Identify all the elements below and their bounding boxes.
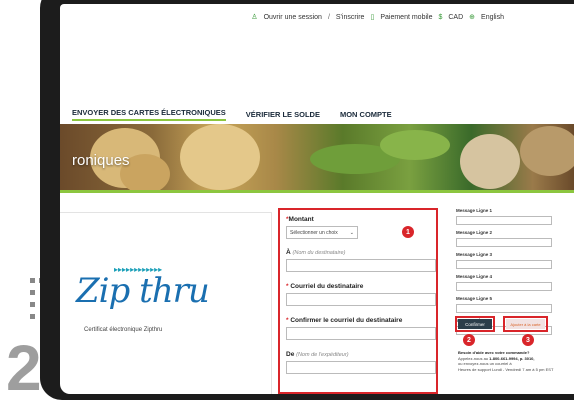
hero-divider — [60, 190, 574, 193]
message-line-1-input[interactable] — [456, 216, 552, 225]
message-line-label: Message Ligne 1 — [456, 208, 493, 213]
help-title: Besoin d'aide avec votre commande? — [458, 350, 530, 355]
confirm-highlight: Confirmer — [455, 316, 495, 332]
help-box: Besoin d'aide avec votre commande? Appel… — [458, 350, 554, 372]
separator: / — [327, 13, 330, 21]
nav-send-cards[interactable]: ENVOYER DES CARTES ÉLECTRONIQUES — [72, 108, 226, 121]
confirm-email-input[interactable] — [286, 327, 436, 340]
message-line-4-input[interactable] — [456, 282, 552, 291]
email-label: * Courriel du destinataire — [286, 283, 364, 290]
confirm-button[interactable]: Confirmer — [458, 319, 492, 329]
message-line-2-input[interactable] — [456, 238, 552, 247]
message-line-5-input[interactable] — [456, 304, 552, 313]
product-caption: Certificat électronique Zipthru — [84, 327, 163, 333]
sender-name-input[interactable] — [286, 361, 436, 374]
step-badge-3: 3 — [522, 334, 534, 346]
product-panel: ▸▸▸▸▸▸▸▸▸▸▸▸ Zip thru Certificat électro… — [60, 212, 272, 394]
hero-title: roniques — [72, 152, 130, 169]
from-label: De (Nom de l'expéditeur) — [286, 351, 349, 358]
amount-label: *Montant — [286, 216, 314, 223]
chevron-down-icon: ⌄ — [349, 229, 354, 236]
globe-icon: ⊕ — [469, 14, 476, 21]
amount-select[interactable]: Sélectionner un choix ⌄ — [286, 226, 358, 239]
message-line-label: Message Ligne 5 — [456, 296, 493, 301]
confirm-email-label: * Confirmer le courriel du destinataire — [286, 317, 403, 324]
step-badge-1: 1 — [402, 226, 414, 238]
recipient-name-input[interactable] — [286, 259, 436, 272]
to-label: À (Nom du destinataire) — [286, 249, 346, 256]
mobile-icon: ▯ — [370, 14, 375, 21]
currency-symbol: $ — [438, 13, 443, 21]
add-to-cart-button[interactable]: Ajouter à la carte — [506, 319, 545, 329]
nav-check-balance[interactable]: VÉRIFIER LE SOLDE — [246, 110, 320, 119]
recipient-email-input[interactable] — [286, 293, 436, 306]
login-link[interactable]: Ouvrir une session — [264, 14, 322, 21]
hero-banner: roniques — [60, 124, 574, 192]
utility-bar: ♙ Ouvrir une session / S'inscrire ▯ Paie… — [60, 4, 574, 30]
message-line-label: Message Ligne 4 — [456, 274, 493, 279]
user-icon: ♙ — [251, 14, 258, 21]
currency-selector[interactable]: CAD — [448, 14, 463, 21]
message-line-label: Message Ligne 3 — [456, 252, 493, 257]
tablet-screen: ♙ Ouvrir une session / S'inscrire ▯ Paie… — [60, 4, 574, 394]
language-link[interactable]: English — [481, 14, 504, 21]
message-line-label: Message Ligne 2 — [456, 230, 493, 235]
nav-my-account[interactable]: MON COMPTE — [340, 110, 392, 119]
register-link[interactable]: S'inscrire — [336, 14, 365, 21]
mobile-payment-link[interactable]: Paiement mobile — [380, 14, 432, 21]
main-nav: ENVOYER DES CARTES ÉLECTRONIQUES VÉRIFIE… — [60, 104, 574, 124]
gift-form: *Montant Sélectionner un choix ⌄ À (Nom … — [278, 208, 438, 394]
step-badge-2: 2 — [463, 334, 475, 346]
help-phone[interactable]: 1-800-661-9994, p. 3010, — [489, 356, 534, 361]
cart-highlight: Ajouter à la carte — [503, 316, 548, 332]
step-number: 2 — [6, 332, 42, 404]
message-line-3-input[interactable] — [456, 260, 552, 269]
zipthru-logo: Zip thru — [76, 271, 210, 311]
